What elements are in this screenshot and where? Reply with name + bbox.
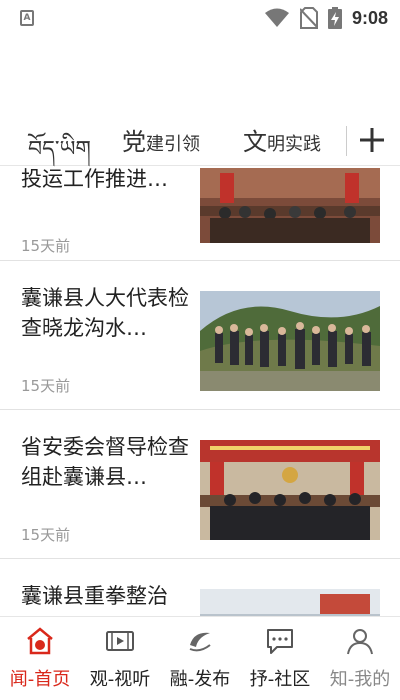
app-notification-icon: A (20, 10, 34, 26)
chat-icon (267, 629, 293, 654)
nav-label-profile: 知-我的 (329, 669, 391, 690)
nav-label-home: 闻-首页 (9, 669, 71, 690)
news-time: 15天前 (21, 377, 71, 395)
tab-label-small: 明实践 (267, 134, 321, 155)
tab-label-big: 文 (243, 128, 267, 156)
tab-civilization-practice[interactable]: 文明实践 (243, 122, 321, 162)
tab-party-building[interactable]: 党建引领 (122, 122, 200, 162)
tabs-divider (346, 126, 347, 156)
battery-charging-icon (327, 7, 342, 29)
news-title: 囊谦县人大代表检查晓龙沟水… (21, 286, 189, 340)
nav-label-community: 抒-社区 (249, 669, 311, 690)
bottom-navigation: 闻-首页 观-视听 融-发布 抒-社区 知-我的 (0, 616, 400, 700)
news-item[interactable]: 囊谦县重拳整治 (0, 559, 400, 616)
nav-item-video[interactable]: 观-视听 (80, 617, 160, 700)
nav-item-publish[interactable]: 融-发布 (160, 617, 240, 700)
news-time: 15天前 (21, 526, 71, 544)
clock: 9:08 (351, 7, 388, 28)
status-indicators: 9:08 (264, 6, 388, 30)
news-thumbnail (200, 168, 380, 243)
film-icon (106, 631, 134, 651)
news-feed: 投运工作推进… 15天前 囊谦县人大代表检查晓龙沟水… 15天前 省安委会督导检… (0, 167, 400, 616)
news-title: 囊谦县重拳整治 (21, 584, 168, 608)
news-thumbnail (200, 589, 380, 616)
status-bar: A 9:08 (0, 0, 400, 36)
home-icon (27, 627, 53, 655)
nav-label-video: 观-视听 (89, 669, 151, 690)
wifi-icon (264, 8, 289, 27)
nav-item-home[interactable]: 闻-首页 (0, 617, 80, 700)
header-area (0, 36, 400, 114)
nav-label-publish: 融-发布 (169, 669, 231, 690)
news-thumbnail (200, 291, 380, 391)
tab-tibetan[interactable]: བོད་ཡིག (28, 124, 91, 164)
news-item[interactable]: 囊谦县人大代表检查晓龙沟水… 15天前 (0, 261, 400, 410)
user-icon (347, 629, 373, 655)
news-title: 投运工作推进… (21, 167, 168, 191)
nav-item-community[interactable]: 抒-社区 (240, 617, 320, 700)
add-channel-button[interactable] (352, 120, 392, 160)
no-sim-icon (299, 7, 318, 29)
nav-item-profile[interactable]: 知-我的 (320, 617, 400, 700)
publish-icon (189, 632, 211, 652)
tab-label-big: 党 (122, 128, 146, 156)
news-item[interactable]: 省安委会督导检查组赴囊谦县… 15天前 (0, 410, 400, 559)
news-title: 省安委会督导检查组赴囊谦县… (21, 435, 189, 489)
news-thumbnail (200, 440, 380, 540)
news-time: 15天前 (21, 237, 71, 255)
channel-tabs: བོད་ཡིག 党建引领 文明实践 (0, 114, 400, 166)
news-item[interactable]: 投运工作推进… 15天前 (0, 167, 400, 261)
tab-label-small: 建引领 (146, 134, 200, 155)
